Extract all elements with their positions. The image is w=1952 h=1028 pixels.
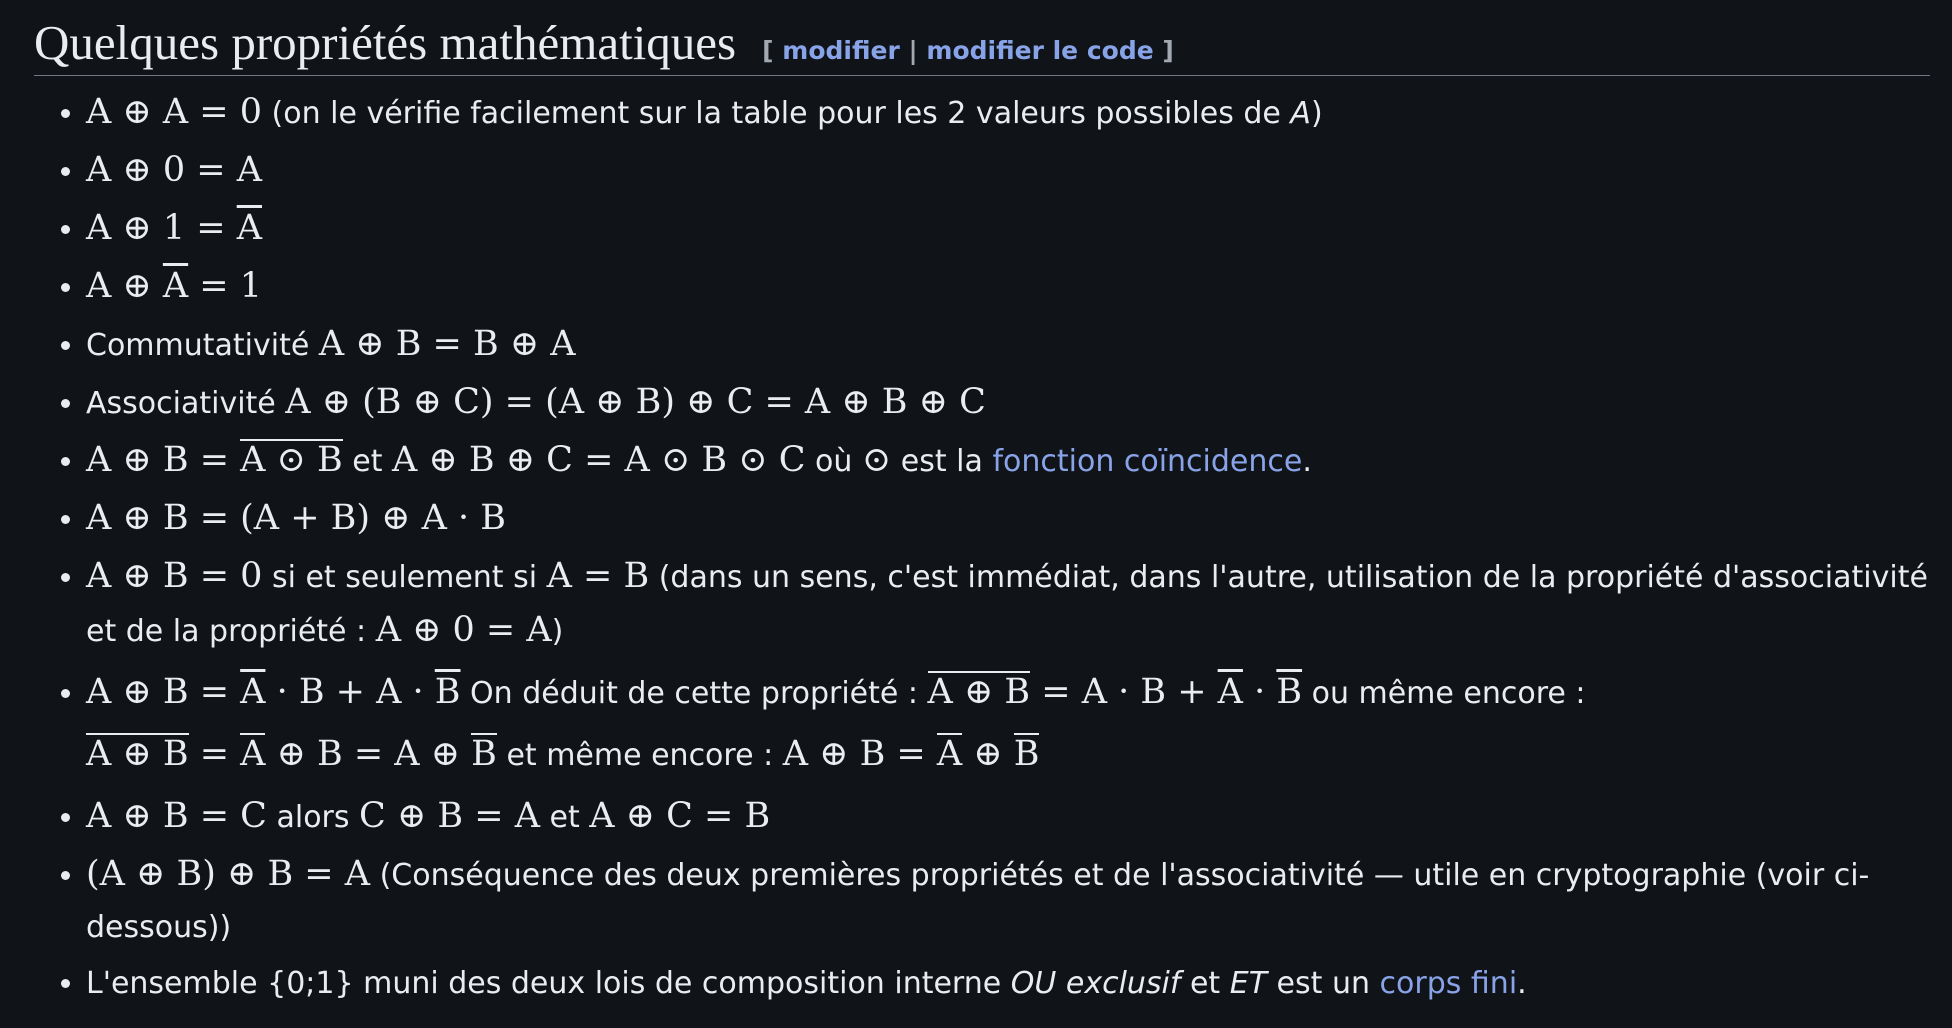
math-formula: A ⊕ B = A · B + A · B [86,672,461,712]
item-text: et [342,444,393,479]
item-text: ou même encore : [1302,676,1586,711]
item-text: et [1180,966,1230,1001]
math-part: = 1 [188,266,262,306]
math-formula: A ⊕ 0 = A [86,150,262,190]
item-text: et [539,800,590,835]
math-part: · B + A · [265,672,435,712]
math-part: A ⊕ [86,266,163,306]
link-corps-fini[interactable]: corps fini [1380,966,1518,1001]
math-part-overline: A [240,672,266,712]
math-formula: A ⊕ B = A ⊕ B [782,733,1040,774]
item-text: . [1517,966,1527,1001]
math-formula: C ⊕ B = A [359,796,540,836]
item-text: ) [551,614,564,649]
item-text: alors [266,800,360,835]
section-title: Quelques propriétés mathématiques [34,15,737,70]
math-formula: A ⊕ B = A ⊙ B [86,439,343,480]
math-part-overline: A ⊙ B [240,439,343,480]
math-part-overline: A ⊕ B [86,733,189,774]
edit-link[interactable]: modifier [782,36,900,65]
bracket-close: ] [1162,36,1174,65]
math-part-overline: B [1013,733,1040,774]
list-item: Associativité A ⊕ (B ⊕ C) = (A ⊕ B) ⊕ C … [86,376,1930,430]
math-part-overline: A [236,208,262,248]
math-part-overline: B [1276,672,1303,712]
item-text: Associativité [86,386,286,421]
math-part: A ⊕ B = [86,440,241,480]
math-formula: (A ⊕ B) ⊕ B = A [86,854,371,894]
section-heading: Quelques propriétés mathématiques [ modi… [34,0,1930,76]
edit-separator: | [908,36,918,65]
item-text-italic: OU exclusif [1010,966,1181,1001]
item-text: (on le vérifie facilement sur la table p… [261,96,1291,131]
math-part-overline: A [240,733,266,774]
math-part-overline: B [471,733,497,774]
item-text: . [1302,444,1312,479]
math-formula: A ⊕ 1 = A [86,208,262,248]
list-item: A ⊕ B = C alors C ⊕ B = A et A ⊕ C = B [86,790,1930,844]
list-item: A ⊕ A = 0 (on le vérifie facilement sur … [86,86,1930,140]
math-part: ⊕ B = A ⊕ [265,734,472,774]
item-text-italic: ET [1229,966,1268,1001]
math-part-overline: A [1217,672,1243,712]
item-text: Commutativité [86,328,319,363]
properties-list: A ⊕ A = 0 (on le vérifie facilement sur … [34,86,1930,1010]
math-formula: A ⊕ B = A ⊕ B = A ⊕ B [86,733,497,774]
math-formula: A ⊕ B = (A + B) ⊕ A · B [86,498,506,538]
item-text-italic: A [1290,96,1311,131]
item-text: L'ensemble {0;1} muni des deux lois de c… [86,966,1011,1001]
list-item: A ⊕ 0 = A [86,144,1930,198]
math-part-overline: A [162,266,189,306]
item-text: est la [891,444,993,479]
math-formula: A ⊕ A = 1 [86,266,262,306]
math-formula: ⊙ [861,440,892,480]
math-formula: A ⊕ B = A · B + A · B [927,671,1303,712]
item-text: si et seulement si [262,560,547,595]
edit-section-links: [ modifier | modifier le code ] [762,36,1174,65]
list-item: A ⊕ 1 = A [86,202,1930,256]
item-text: ) [1310,96,1323,131]
list-item: A ⊕ B = A ⊙ B et A ⊕ B ⊕ C = A ⊙ B ⊙ C o… [86,434,1930,488]
math-formula: A ⊕ B = C [86,796,267,836]
math-formula: A ⊕ C = B [589,796,771,836]
math-part: A ⊕ B = [86,672,241,712]
edit-source-link[interactable]: modifier le code [926,36,1153,65]
item-text: On déduit de cette propriété : [460,676,928,711]
math-formula: A ⊕ B ⊕ C = A ⊙ B ⊙ C [392,440,806,480]
math-part: A ⊕ B = [782,734,937,774]
math-part-overline: A ⊕ B [927,671,1031,712]
math-formula: A ⊕ B = 0 [86,556,263,596]
article-section: Quelques propriétés mathématiques [ modi… [34,0,1930,1014]
list-item: A ⊕ B = (A + B) ⊕ A · B [86,492,1930,546]
item-text: et même encore : [496,738,783,773]
bracket-open: [ [762,36,774,65]
list-item: A ⊕ B = 0 si et seulement si A = B (dans… [86,550,1930,658]
math-formula: A ⊕ 0 = A [375,610,552,650]
list-item: L'ensemble {0;1} muni des deux lois de c… [86,958,1930,1010]
math-part: · [1242,672,1277,712]
link-fonction-coincidence[interactable]: fonction coïncidence [992,444,1302,479]
math-formula: A ⊕ A = 0 [86,92,262,132]
math-part: = [188,734,241,774]
math-part: = A · B + [1030,672,1218,712]
math-part-overline: B [434,672,461,712]
item-text: est un [1267,966,1380,1001]
math-formula: A ⊕ B = B ⊕ A [318,324,576,364]
list-item: A ⊕ B = A · B + A · B On déduit de cette… [86,662,1930,786]
math-part: ⊕ [962,734,1014,774]
list-item: (A ⊕ B) ⊕ B = A (Conséquence des deux pr… [86,848,1930,954]
list-item: A ⊕ A = 1 [86,260,1930,314]
math-part-overline: A [936,733,963,774]
math-part: A ⊕ 1 = [86,208,237,248]
math-formula: A ⊕ (B ⊕ C) = (A ⊕ B) ⊕ C = A ⊕ B ⊕ C [285,382,986,422]
list-item: Commutativité A ⊕ B = B ⊕ A [86,318,1930,372]
math-formula: A = B [546,556,650,596]
item-text: où [805,444,862,479]
